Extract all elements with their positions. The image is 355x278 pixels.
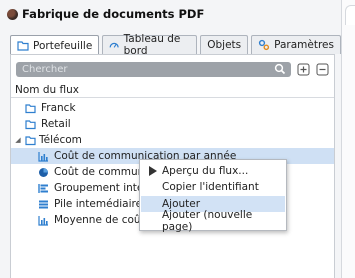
adjacent-panel-edge (342, 0, 355, 278)
folder-icon (25, 135, 36, 145)
bar-chart-icon (38, 215, 48, 226)
column-header-label: Nom du flux (15, 83, 79, 96)
folder-icon (25, 103, 36, 113)
collapse-all-icon[interactable] (316, 63, 329, 76)
tree-item-label: Retail (41, 118, 71, 130)
adjacent-panel-corner (345, 5, 355, 25)
search-row (16, 61, 331, 77)
context-menu: Aperçu du flux... Copier l'identifiant A… (139, 159, 287, 233)
menu-item-label: Aperçu du flux... (162, 165, 249, 177)
pie-chart-icon (39, 167, 48, 177)
grouping-icon (38, 183, 48, 193)
play-icon (149, 166, 157, 176)
tab-portefeuille-label: Portefeuille (33, 39, 93, 52)
panel-title-text: Fabrique de documents PDF (22, 7, 205, 21)
gears-icon (259, 39, 270, 51)
pdf-factory-panel: Fabrique de documents PDF Portefeuille T… (0, 0, 342, 278)
menu-item-apercu-du-flux[interactable]: Aperçu du flux... (141, 163, 285, 179)
tab-parametres[interactable]: Paramètres (251, 35, 341, 54)
tree-item-label: Franck (41, 102, 76, 114)
menu-item-copier-identifiant[interactable]: Copier l'identifiant (141, 179, 285, 195)
tab-bar: Portefeuille Tableau de bord Objets Para… (10, 33, 341, 57)
search-input[interactable] (16, 61, 261, 77)
column-header-nom-du-flux[interactable]: Nom du flux (11, 82, 334, 98)
tree-item-telecom[interactable]: ◢ Télécom (11, 132, 334, 148)
tab-portefeuille[interactable]: Portefeuille (10, 35, 100, 55)
tab-tableau-de-bord[interactable]: Tableau de bord (102, 33, 198, 57)
app-logo-icon (7, 8, 18, 20)
tree-item-retail[interactable]: Retail (11, 116, 334, 132)
gauge-icon (109, 42, 120, 48)
menu-item-label: Copier l'identifiant (162, 181, 259, 193)
tree-item-label: Télécom (39, 134, 82, 146)
tab-objets-label: Objets (207, 39, 242, 51)
panel-title: Fabrique de documents PDF (7, 6, 204, 22)
tab-parametres-label: Paramètres (274, 39, 334, 51)
tree-item-franck[interactable]: Franck (11, 100, 334, 116)
bar-chart-icon (38, 151, 48, 162)
search-box (16, 61, 291, 77)
tree-item-label: Groupement intelli (54, 182, 153, 194)
stack-icon (39, 200, 48, 208)
folder-icon (17, 41, 29, 51)
folder-icon (25, 119, 36, 129)
expanded-caret-icon[interactable]: ◢ (14, 136, 22, 144)
search-icon[interactable] (274, 63, 286, 75)
menu-item-ajouter-nouvelle-page[interactable]: Ajouter (nouvelle page) (141, 209, 285, 233)
expand-all-icon[interactable] (297, 63, 310, 76)
tab-objets[interactable]: Objets (200, 35, 249, 54)
menu-item-label: Ajouter (nouvelle page) (162, 209, 253, 233)
tree-item-label: Pile intemédiaire (54, 198, 143, 210)
